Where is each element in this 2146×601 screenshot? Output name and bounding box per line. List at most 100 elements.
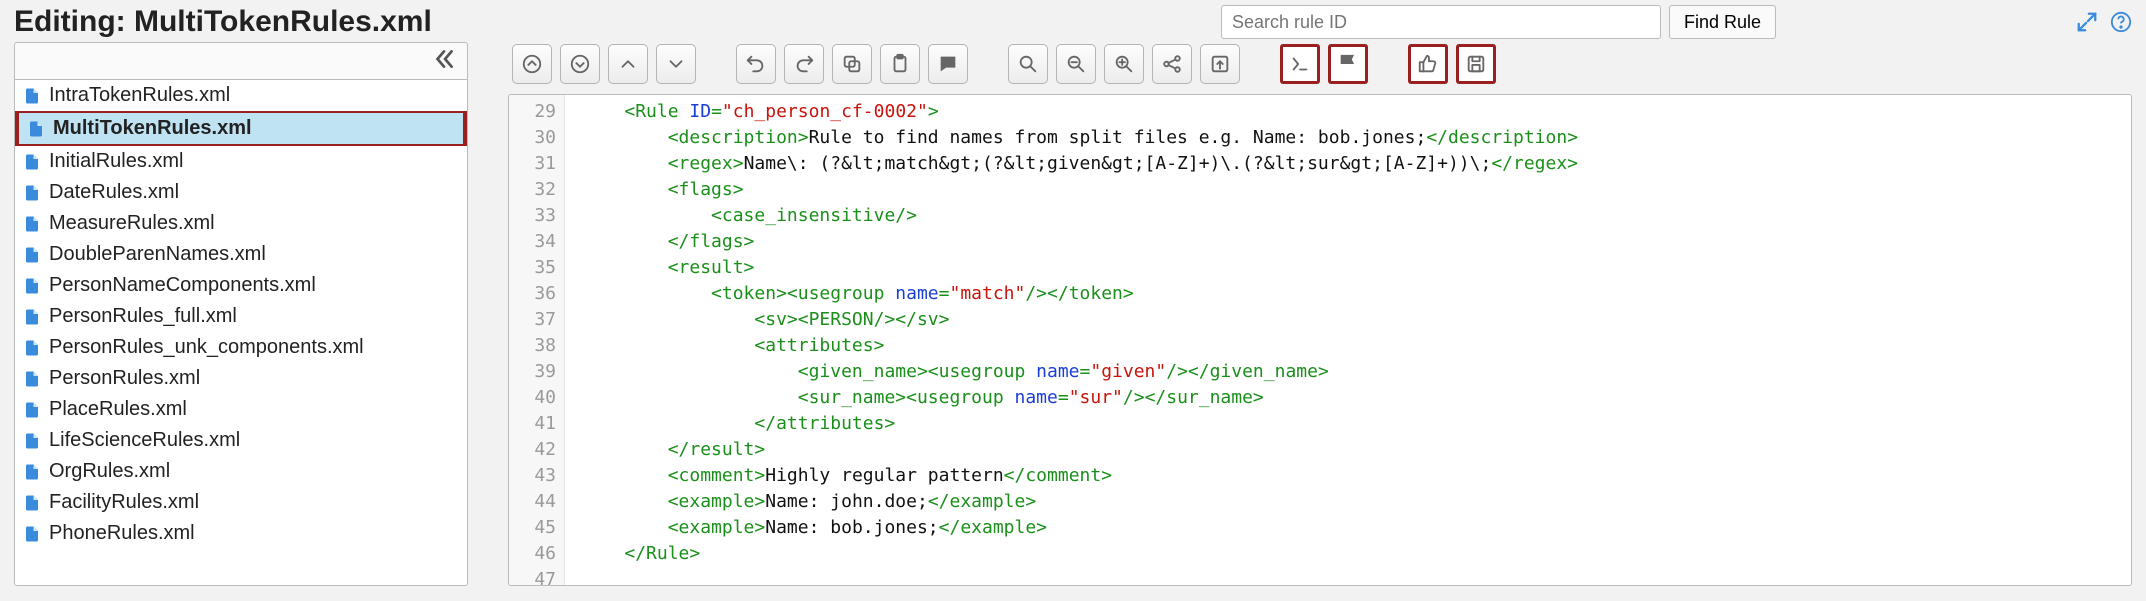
code-line[interactable]: <sv><PERSON/></sv> [581, 307, 2131, 333]
share-icon [1161, 53, 1183, 75]
code-line[interactable]: <result> [581, 255, 2131, 281]
zoom-out-button[interactable] [1056, 44, 1096, 84]
code-line[interactable]: <token><usegroup name="match"/></token> [581, 281, 2131, 307]
file-item-label: OrgRules.xml [49, 460, 170, 483]
file-item[interactable]: PersonRules_unk_components.xml [15, 332, 467, 363]
code-line[interactable]: </Rule> [581, 541, 2131, 567]
file-item[interactable]: PhoneRules.xml [15, 518, 467, 549]
file-item[interactable]: PersonRules.xml [15, 363, 467, 394]
expand-icon[interactable] [2076, 11, 2098, 33]
flag-button[interactable] [1328, 44, 1368, 84]
file-item[interactable]: PersonRules_full.xml [15, 301, 467, 332]
file-item-label: DoubleParenNames.xml [49, 243, 266, 266]
redo-button[interactable] [784, 44, 824, 84]
zoom-in-button[interactable] [1104, 44, 1144, 84]
code-line[interactable]: <Rule ID="ch_person_cf-0002"> [581, 99, 2131, 125]
code-line[interactable]: <regex>Name\: (?&lt;match&gt;(?&lt;given… [581, 151, 2131, 177]
chevron-down-icon [665, 53, 687, 75]
share-button[interactable] [1152, 44, 1192, 84]
undo-icon [745, 53, 767, 75]
file-item[interactable]: InitialRules.xml [15, 146, 467, 177]
file-item[interactable]: OrgRules.xml [15, 456, 467, 487]
export-icon [1209, 53, 1231, 75]
code-line[interactable]: </result> [581, 437, 2131, 463]
move-up-button[interactable] [608, 44, 648, 84]
file-icon [23, 462, 41, 482]
find-button[interactable] [1008, 44, 1048, 84]
file-icon [23, 431, 41, 451]
save-icon [1465, 53, 1487, 75]
code-content[interactable]: <Rule ID="ch_person_cf-0002"> <descripti… [565, 95, 2131, 585]
chevron-up-icon [617, 53, 639, 75]
file-item[interactable]: DoubleParenNames.xml [15, 239, 467, 270]
code-line[interactable]: <case_insensitive/> [581, 203, 2131, 229]
search-input[interactable] [1221, 5, 1661, 39]
file-item-label: PlaceRules.xml [49, 398, 187, 421]
code-line[interactable]: </flags> [581, 229, 2131, 255]
file-icon [23, 369, 41, 389]
code-line[interactable]: <attributes> [581, 333, 2131, 359]
file-item[interactable]: PersonNameComponents.xml [15, 270, 467, 301]
file-item-label: PersonRules.xml [49, 367, 200, 390]
file-item-label: DateRules.xml [49, 181, 179, 204]
zoom-out-icon [1065, 53, 1087, 75]
file-icon [23, 86, 41, 106]
collapse-all-button[interactable] [512, 44, 552, 84]
code-line[interactable]: <example>Name: bob.jones;</example> [581, 515, 2131, 541]
copy-button[interactable] [832, 44, 872, 84]
sidebar-collapse-bar[interactable] [14, 42, 468, 80]
file-item-label: IntraTokenRules.xml [49, 84, 230, 107]
thumbs-up-icon [1417, 53, 1439, 75]
paste-button[interactable] [880, 44, 920, 84]
code-line[interactable]: <sur_name><usegroup name="sur"/></sur_na… [581, 385, 2131, 411]
file-item-label: InitialRules.xml [49, 150, 183, 173]
find-rule-button[interactable]: Find Rule [1669, 5, 1776, 39]
file-item[interactable]: PlaceRules.xml [15, 394, 467, 425]
editing-label: Editing: [14, 5, 126, 38]
file-item[interactable]: DateRules.xml [15, 177, 467, 208]
code-line[interactable] [581, 567, 2131, 585]
file-item-label: PersonNameComponents.xml [49, 274, 316, 297]
page-title: Editing: MultiTokenRules.xml [14, 5, 432, 39]
file-icon [23, 400, 41, 420]
file-item-label: PersonRules_unk_components.xml [49, 336, 364, 359]
copy-icon [841, 53, 863, 75]
file-item-label: FacilityRules.xml [49, 491, 199, 514]
save-button[interactable] [1456, 44, 1496, 84]
file-item[interactable]: LifeScienceRules.xml [15, 425, 467, 456]
file-icon [23, 152, 41, 172]
sidebar: IntraTokenRules.xml MultiTokenRules.xml In… [14, 42, 468, 586]
file-item[interactable]: IntraTokenRules.xml [15, 80, 467, 111]
file-icon [23, 276, 41, 296]
line-gutter: 29303132333435363738394041424344454647 [509, 95, 565, 585]
file-item-label: PhoneRules.xml [49, 522, 195, 545]
editor-toolbar [508, 42, 2132, 86]
comment-button[interactable] [928, 44, 968, 84]
code-line[interactable]: </attributes> [581, 411, 2131, 437]
code-line[interactable]: <given_name><usegroup name="given"/></gi… [581, 359, 2131, 385]
terminal-icon [1289, 53, 1311, 75]
redo-icon [793, 53, 815, 75]
circle-down-icon [569, 53, 591, 75]
file-item[interactable]: MultiTokenRules.xml [15, 111, 467, 146]
terminal-button[interactable] [1280, 44, 1320, 84]
circle-up-icon [521, 53, 543, 75]
editor-pane: 29303132333435363738394041424344454647 <… [508, 42, 2132, 586]
help-icon[interactable] [2110, 11, 2132, 33]
move-down-button[interactable] [656, 44, 696, 84]
paste-icon [889, 53, 911, 75]
code-editor[interactable]: 29303132333435363738394041424344454647 <… [508, 94, 2132, 586]
code-line[interactable]: <description>Rule to find names from spl… [581, 125, 2131, 151]
code-line[interactable]: <flags> [581, 177, 2131, 203]
file-item-label: MultiTokenRules.xml [53, 117, 252, 140]
expand-all-button[interactable] [560, 44, 600, 84]
flag-icon [1337, 53, 1359, 75]
export-button[interactable] [1200, 44, 1240, 84]
undo-button[interactable] [736, 44, 776, 84]
code-line[interactable]: <example>Name: john.doe;</example> [581, 489, 2131, 515]
approve-button[interactable] [1408, 44, 1448, 84]
file-item[interactable]: FacilityRules.xml [15, 487, 467, 518]
comment-icon [937, 53, 959, 75]
file-item[interactable]: MeasureRules.xml [15, 208, 467, 239]
code-line[interactable]: <comment>Highly regular pattern</comment… [581, 463, 2131, 489]
